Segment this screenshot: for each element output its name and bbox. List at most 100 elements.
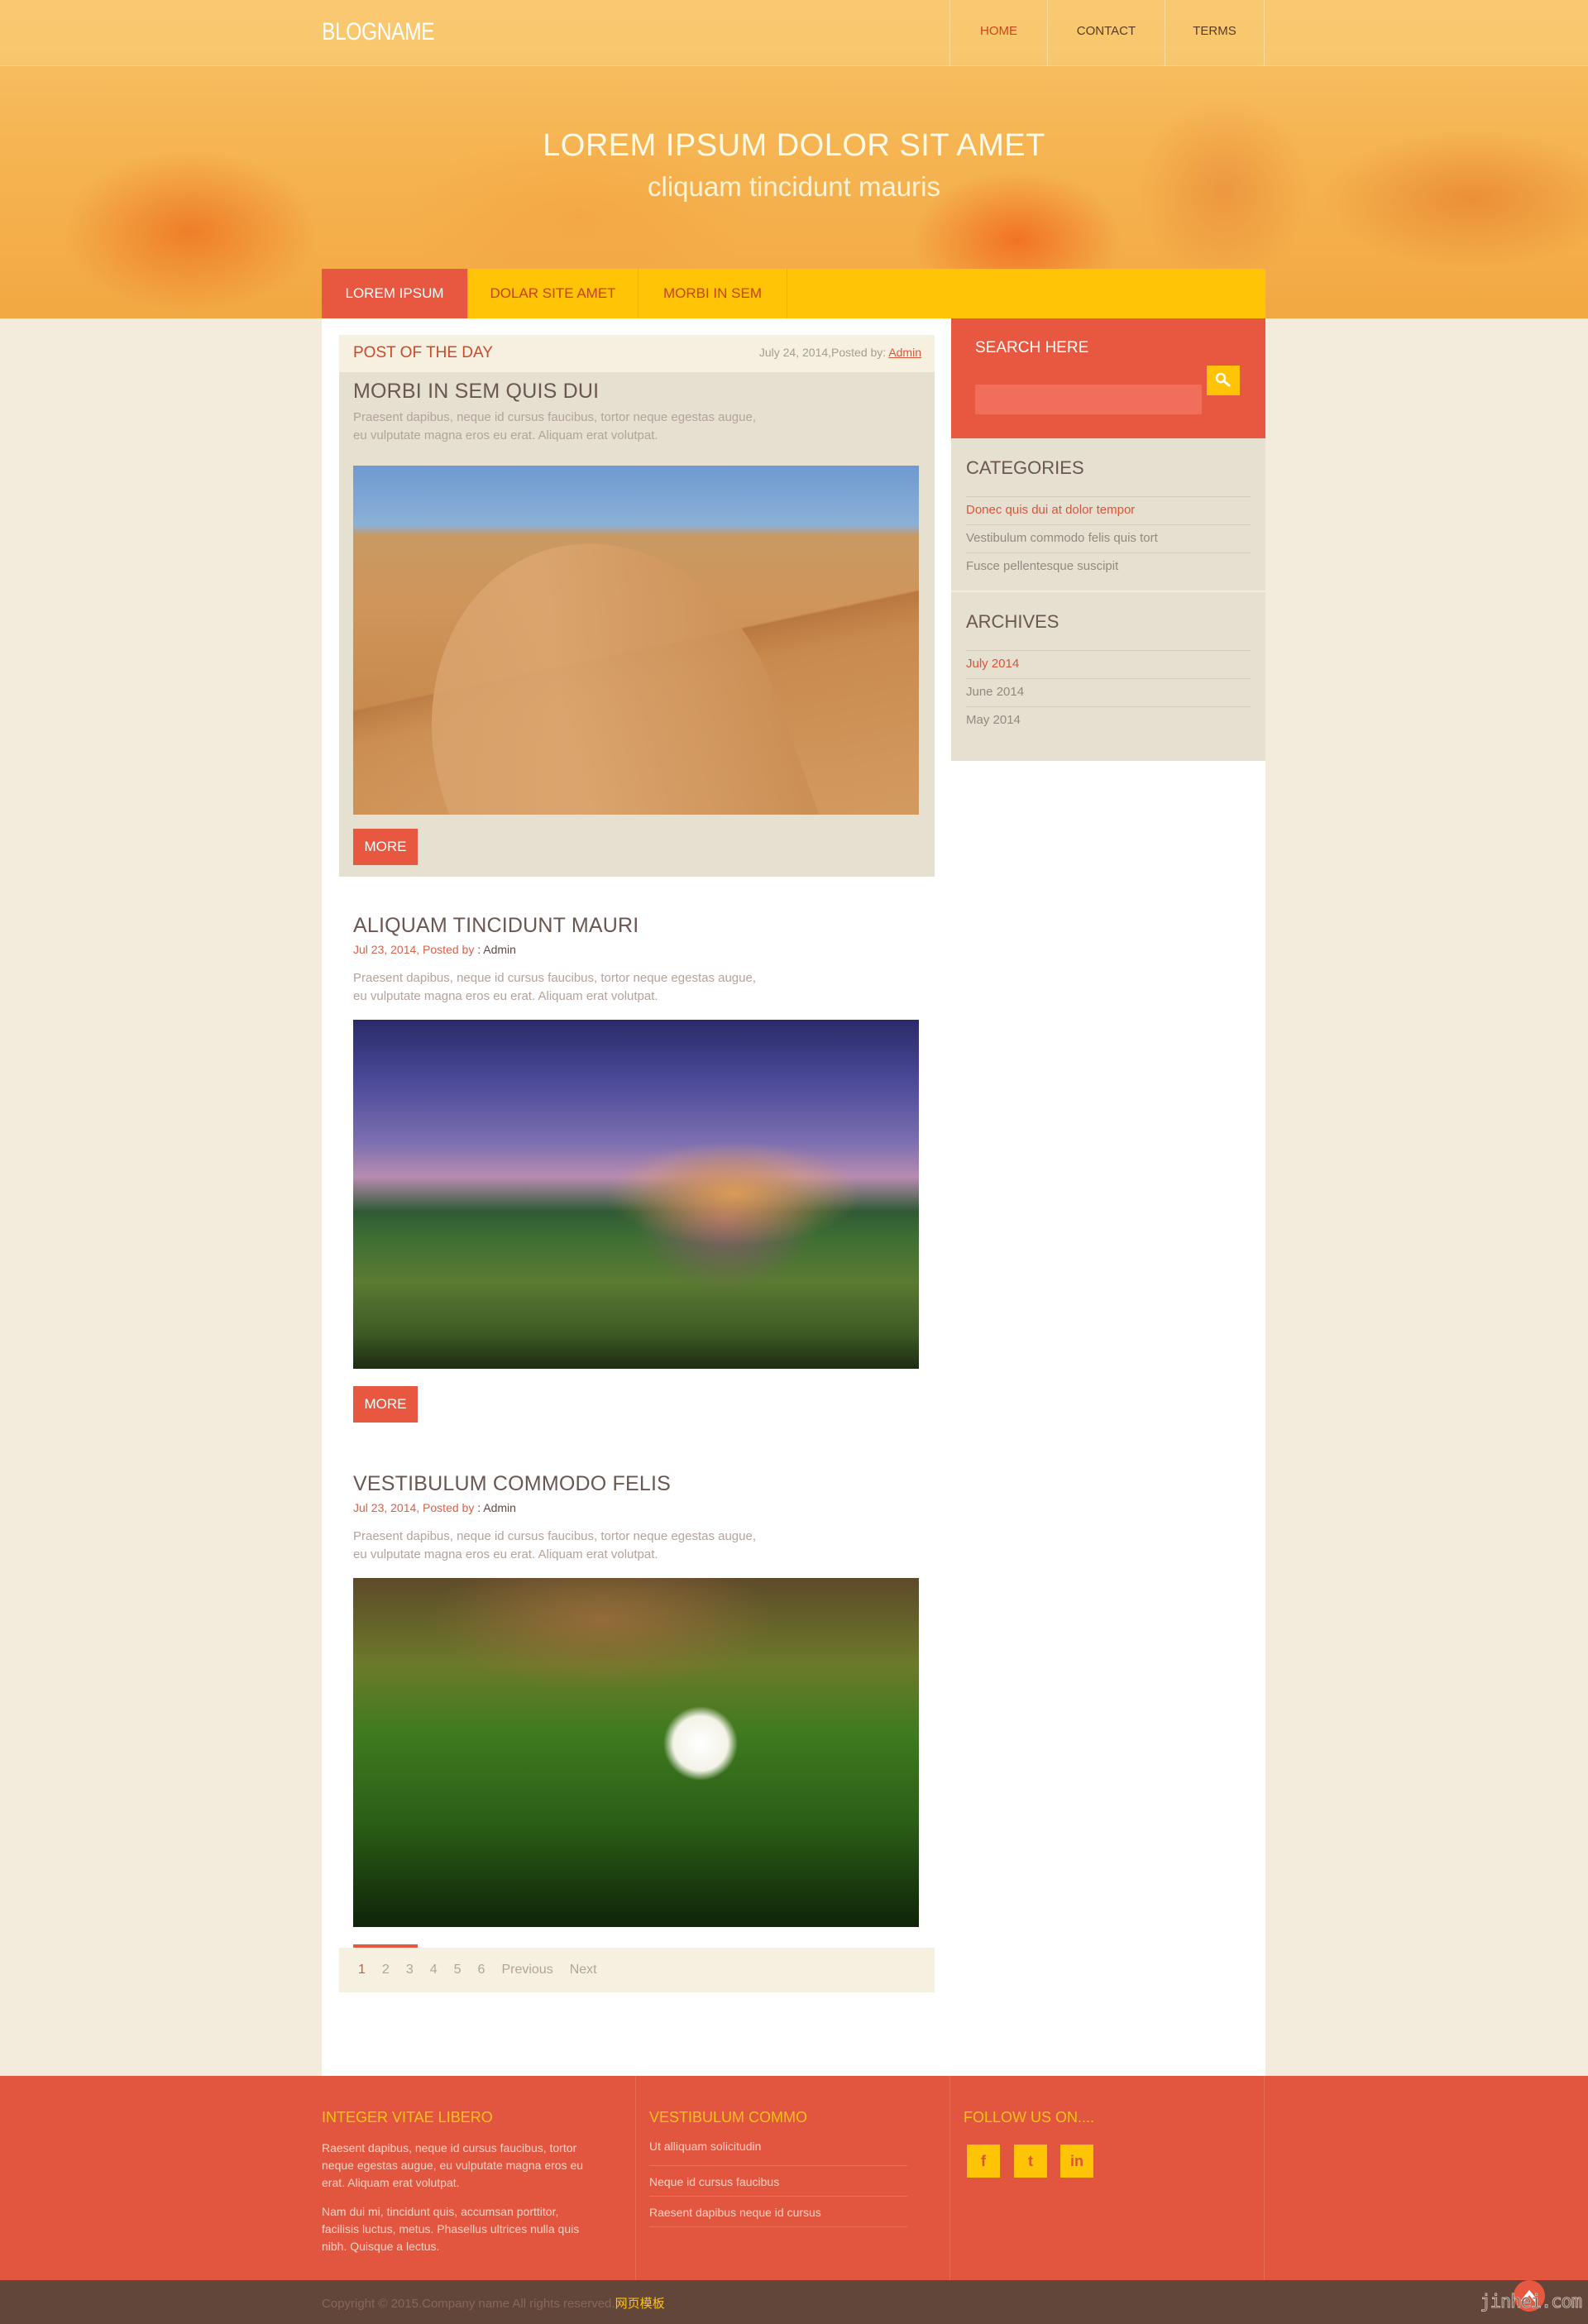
nav-terms[interactable]: TERMS — [1165, 0, 1265, 66]
search-input[interactable] — [975, 385, 1202, 414]
excerpt-line: Praesent dapibus, neque id cursus faucib… — [353, 1529, 756, 1543]
archive-item: June 2014 — [966, 678, 1251, 706]
top-nav: HOME CONTACT TERMS — [949, 0, 1265, 66]
blog-post: VESTIBULUM COMMODO FELIS Jul 23, 2014, P… — [339, 1472, 935, 2001]
footer-about-column: INTEGER VITAE LIBERO Raesent dapibus, ne… — [322, 2076, 636, 2280]
archive-link[interactable]: May 2014 — [966, 713, 1021, 727]
featured-title[interactable]: MORBI IN SEM QUIS DUI — [353, 380, 599, 404]
subnav-lorem-ipsum[interactable]: LOREM IPSUM — [322, 269, 468, 318]
category-item: Donec quis dui at dolor tempor — [966, 496, 1251, 524]
categories-title: CATEGORIES — [966, 457, 1084, 478]
twitter-button[interactable]: t — [1014, 2145, 1047, 2178]
linkedin-icon: in — [1070, 2152, 1083, 2169]
page-1[interactable]: 1 — [358, 1963, 366, 1977]
page-6[interactable]: 6 — [478, 1963, 485, 1977]
search-button[interactable] — [1207, 366, 1240, 395]
main-container: POST OF THE DAY July 24, 2014,Posted by:… — [322, 318, 1265, 2076]
archives-widget: ARCHIVES July 2014 June 2014 May 2014 — [951, 592, 1265, 761]
post-author-link[interactable]: Admin — [483, 1501, 516, 1514]
post-meta: Jul 23, 2014, Posted by : Admin — [353, 1501, 516, 1514]
facebook-button[interactable]: f — [967, 2145, 1000, 2178]
page-5[interactable]: 5 — [454, 1963, 462, 1977]
meta-separator: : — [474, 1501, 484, 1514]
site-logo[interactable]: BLOGNAME — [322, 18, 435, 46]
next-page-link[interactable]: Next — [570, 1963, 597, 1977]
previous-page-link[interactable]: Previous — [501, 1963, 552, 1977]
search-widget: SEARCH HERE — [951, 318, 1265, 438]
featured-post: POST OF THE DAY July 24, 2014,Posted by:… — [339, 335, 935, 877]
post-excerpt: Praesent dapibus, neque id cursus faucib… — [353, 969, 816, 1006]
search-icon — [1215, 372, 1231, 387]
featured-excerpt: Praesent dapibus, neque id cursus faucib… — [353, 409, 816, 445]
search-title: SEARCH HERE — [975, 339, 1089, 356]
post-excerpt: Praesent dapibus, neque id cursus faucib… — [353, 1528, 816, 1564]
subnav-morbi-in-sem[interactable]: MORBI IN SEM — [639, 269, 787, 318]
featured-author-link[interactable]: Admin — [888, 346, 921, 359]
category-item: Fusce pellentesque suscipit — [966, 552, 1251, 581]
subnav-dolar-site-amet[interactable]: DOLAR SITE AMET — [468, 269, 639, 318]
category-nav: LOREM IPSUM DOLAR SITE AMET MORBI IN SEM — [322, 269, 1265, 318]
white-flower-image[interactable] — [353, 1578, 919, 1927]
excerpt-line: eu vulputate magna eros eu erat. Aliquam… — [353, 989, 658, 1003]
mountain-meadow-image[interactable] — [353, 1020, 919, 1369]
category-item: Vestibulum commodo felis quis tort — [966, 524, 1251, 552]
category-link[interactable]: Donec quis dui at dolor tempor — [966, 503, 1135, 517]
page-3[interactable]: 3 — [406, 1963, 414, 1977]
footer-links-title: VESTIBULUM COMMO — [649, 2109, 808, 2126]
post-title[interactable]: ALIQUAM TINCIDUNT MAURI — [353, 914, 639, 938]
category-link[interactable]: Vestibulum commodo felis quis tort — [966, 531, 1158, 545]
dune-ridge-shape — [375, 493, 844, 815]
pagination: 1 2 3 4 5 6 Previous Next — [339, 1948, 935, 1992]
excerpt-line: eu vulputate magna eros eu erat. Aliquam… — [353, 428, 658, 442]
featured-more-button[interactable]: MORE — [353, 829, 418, 865]
post-date: Jul 23, 2014, Posted by — [353, 943, 475, 956]
watermark: jinhei.com — [1480, 2283, 1582, 2320]
hero-title: LOREM IPSUM DOLOR SIT AMET — [543, 128, 1045, 163]
featured-meta: July 24, 2014,Posted by: Admin — [759, 346, 921, 359]
footer-link[interactable]: Raesent dapibus neque id cursus — [649, 2206, 821, 2219]
post-more-button[interactable]: MORE — [353, 1386, 418, 1423]
footer-social-title: FOLLOW US ON.... — [964, 2109, 1095, 2126]
hero-banner: BLOGNAME HOME CONTACT TERMS LOREM IPSUM … — [0, 0, 1588, 318]
categories-widget: CATEGORIES Donec quis dui at dolor tempo… — [951, 438, 1265, 592]
footer: INTEGER VITAE LIBERO Raesent dapibus, ne… — [0, 2076, 1588, 2280]
excerpt-line: eu vulputate magna eros eu erat. Aliquam… — [353, 1547, 658, 1561]
footer-about-text: Raesent dapibus, neque id cursus faucibu… — [322, 2141, 584, 2189]
twitter-icon: t — [1028, 2152, 1033, 2169]
archive-link[interactable]: July 2014 — [966, 657, 1019, 671]
copyright-notice: Copyright © 2015.Company name All rights… — [322, 2297, 615, 2311]
post-title[interactable]: VESTIBULUM COMMODO FELIS — [353, 1472, 671, 1496]
footer-link-item: Ut alliquam solicitudin — [649, 2135, 907, 2166]
archive-item: May 2014 — [966, 706, 1251, 734]
hero-subtitle: cliquam tincidunt mauris — [648, 171, 940, 202]
footer-social-column: FOLLOW US ON.... f t in — [950, 2076, 1265, 2280]
footer-link[interactable]: Ut alliquam solicitudin — [649, 2140, 761, 2153]
excerpt-line: Praesent dapibus, neque id cursus faucib… — [353, 971, 756, 985]
top-bar: BLOGNAME HOME CONTACT TERMS — [0, 0, 1588, 66]
template-link[interactable]: 网页模板 — [615, 2297, 665, 2311]
copyright-bar: Copyright © 2015.Company name All rights… — [0, 2280, 1588, 2324]
archives-list: July 2014 June 2014 May 2014 — [966, 650, 1251, 734]
archives-title: ARCHIVES — [966, 611, 1059, 632]
footer-link-item: Neque id cursus faucibus — [649, 2166, 907, 2197]
page-2[interactable]: 2 — [382, 1963, 390, 1977]
archive-link[interactable]: June 2014 — [966, 685, 1024, 699]
footer-link[interactable]: Neque id cursus faucibus — [649, 2175, 779, 2188]
category-link[interactable]: Fusce pellentesque suscipit — [966, 559, 1118, 573]
footer-about-text: Nam dui mi, tincidunt quis, accumsan por… — [322, 2205, 580, 2253]
post-date: Jul 23, 2014, Posted by — [353, 1501, 475, 1514]
footer-about-title: INTEGER VITAE LIBERO — [322, 2109, 493, 2126]
excerpt-line: Praesent dapibus, neque id cursus faucib… — [353, 410, 756, 424]
footer-links-list: Ut alliquam solicitudin Neque id cursus … — [649, 2135, 907, 2227]
nav-home[interactable]: HOME — [950, 0, 1048, 66]
categories-list: Donec quis dui at dolor tempor Vestibulu… — [966, 496, 1251, 581]
page-4[interactable]: 4 — [430, 1963, 438, 1977]
blog-post: ALIQUAM TINCIDUNT MAURI Jul 23, 2014, Po… — [339, 914, 935, 1443]
featured-date: July 24, 2014,Posted by: — [758, 346, 889, 359]
nav-contact[interactable]: CONTACT — [1048, 0, 1165, 66]
copyright-text: Copyright © 2015.Company name All rights… — [322, 2294, 665, 2312]
linkedin-button[interactable]: in — [1060, 2145, 1093, 2178]
desert-dunes-image[interactable] — [353, 466, 919, 815]
post-author-link[interactable]: Admin — [483, 943, 516, 956]
watermark-text: jinhei.com — [1480, 2291, 1582, 2312]
